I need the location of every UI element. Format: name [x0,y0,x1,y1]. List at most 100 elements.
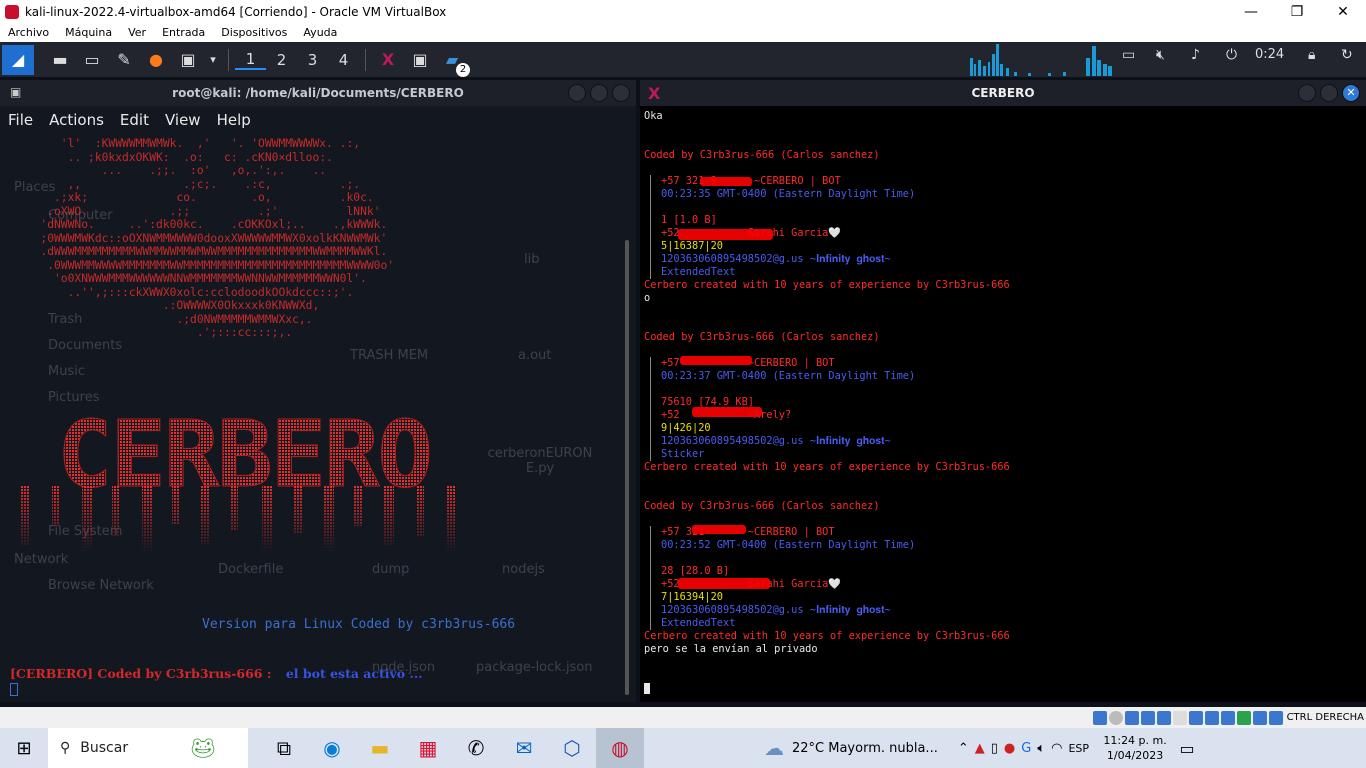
network-icon[interactable] [1140,710,1155,725]
hdd-icon[interactable] [1092,710,1107,725]
optical-drive-icon[interactable] [1108,710,1123,725]
log-line: 00:23:35 GMT-0400 (Eastern Daylight Time… [650,188,1354,201]
tray-device-icon[interactable]: ▯ [991,741,998,756]
audio-icon[interactable] [1124,710,1139,725]
left-scrollbar[interactable] [625,240,629,695]
chevron-up-icon[interactable]: ⌃ [958,741,969,756]
menu-maquina[interactable]: Máquina [57,26,120,39]
tray-app-icon[interactable]: ▲ [975,741,985,756]
display-icon[interactable] [1188,710,1203,725]
mail-icon[interactable]: ✉ [500,728,548,768]
kali-vm-icon[interactable]: ◍ [596,728,644,768]
right-minimize-button[interactable] [1298,84,1316,102]
usb-icon[interactable] [1156,710,1171,725]
lock-icon[interactable]: 🔒︎ [1308,47,1315,63]
text-editor-icon[interactable]: ✎ [108,45,140,75]
menu-edit[interactable]: Edit [112,111,157,129]
left-minimize-button[interactable] [568,84,586,102]
maximize-button[interactable]: ❐ [1274,4,1320,20]
menu-ver[interactable]: Ver [120,26,154,39]
logout-icon[interactable]: ↻ [1341,47,1353,63]
log-line: Sticker [650,448,1354,461]
virtualbox-statusbar: CTRL DERECHA [0,707,1366,728]
kali-menu-icon[interactable]: ◢ [2,44,34,75]
file-explorer-icon[interactable]: ▬ [356,728,404,768]
virtualbox-menubar: Archivo Máquina Ver Entrada Dispositivos… [0,23,1366,42]
power-icon[interactable]: ⏻ [1226,47,1237,63]
left-terminal-titlebar[interactable]: ▣ root@kali: /home/kali/Documents/CERBER… [0,80,636,106]
menu-entrada[interactable]: Entrada [154,26,213,39]
recording-icon[interactable] [1204,710,1219,725]
mute-icon[interactable]: 🔇︎ [1156,47,1165,63]
workspace-4[interactable]: 4 [328,51,359,69]
tray-g-icon[interactable]: G [1021,741,1031,756]
mouse-integration-icon[interactable] [1252,710,1267,725]
store-icon[interactable]: ▦ [404,728,452,768]
menu-archivo[interactable]: Archivo [0,26,57,39]
weather-widget[interactable]: ☁ 22°C Mayorm. nubla... [764,736,938,760]
taskbar-clock[interactable]: 11:24 p. m. 1/04/2023 [1103,733,1167,763]
firefox-icon[interactable]: ● [140,45,172,75]
vt-icon[interactable] [1220,710,1235,725]
menu-dispositivos[interactable]: Dispositivos [213,26,295,39]
menu-file[interactable]: File [0,111,41,129]
menu-help[interactable]: Help [209,111,259,129]
left-maximize-button[interactable] [590,84,608,102]
panel-clock[interactable]: 0:24 [1255,47,1284,62]
virtualbox-icon[interactable]: ⬡ [548,728,596,768]
terminal-task-icon[interactable]: ▣ [404,45,436,75]
minimize-button[interactable]: — [1228,4,1274,20]
redaction-mark [692,407,762,417]
show-desktop-icon[interactable]: ▬ [44,45,76,75]
menu-actions[interactable]: Actions [41,111,112,129]
log-line: 120363060895498502@g.us ~𝐈𝐧𝐟𝐢𝐧𝐢𝐭𝐲 𝐠𝐡𝐨𝐬𝐭~ [650,604,1354,617]
start-button[interactable]: ⊞ [0,728,48,768]
log-line: ExtendedText [650,617,1354,630]
terminal-icon[interactable]: ▣ [172,45,204,75]
ghost-label: TRASH MEM [350,348,429,363]
version-line: Version para Linux Coded by c3rb3rus-666 [202,617,516,632]
task-view-icon[interactable]: ⧉ [260,728,308,768]
menu-ayuda[interactable]: Ayuda [295,26,345,39]
chevron-down-icon[interactable]: ▾ [204,45,222,75]
folder-task-icon[interactable]: ▰ 2 [436,45,470,77]
notifications-icon[interactable]: ▭ [1167,728,1207,768]
workspace-1[interactable]: 1 [235,50,266,70]
shared-folders-icon[interactable] [1172,710,1187,725]
close-button[interactable]: ✕ [1320,4,1366,20]
wifi-icon[interactable]: ◠ [1051,741,1062,756]
host-key-label: CTRL DERECHA [1286,712,1364,723]
menu-view[interactable]: View [157,111,209,129]
whatsapp-icon[interactable]: ✆ [452,728,500,768]
notification-bell-icon[interactable]: ♪ [1191,47,1200,63]
guest-additions-icon[interactable] [1236,710,1251,725]
right-close-button[interactable]: ✕ [1342,84,1360,102]
tray-update-icon[interactable]: ● [1004,741,1015,756]
log-line: Cerbero created with 10 years of experie… [644,461,1010,473]
log-line: 120363060895498502@g.us ~𝐈𝐧𝐟𝐢𝐧𝐢𝐭𝐲 𝐠𝐡𝐨𝐬𝐭~ [650,435,1354,448]
keyboard-capture-icon[interactable] [1268,710,1283,725]
task-count-badge: 2 [456,62,470,77]
right-maximize-button[interactable] [1320,84,1338,102]
left-close-button[interactable] [612,84,630,102]
left-terminal-menubar: File Actions Edit View Help [0,106,636,134]
ascii-art-line: 'l' :KWWWWMMWMWk. ,' '. 'OWWMMWWWWx. .:, [20,137,361,150]
log-line: pero se la envían al privado [644,643,818,655]
cerbero-ascii-banner: CERBERO [20,408,456,552]
left-terminal-window[interactable]: ▣ root@kali: /home/kali/Documents/CERBER… [0,80,636,702]
cerbero-task-icon[interactable]: X [372,45,404,75]
workspace-2[interactable]: 2 [266,51,297,69]
display-icon[interactable]: ▭ [1122,47,1135,63]
log-line: Coded by C3rb3rus-666 (Carlos sanchez) [644,500,880,512]
ascii-art-line: .dWWWMMMMMMMMMWWMMWWMMWMWWMMMMMMMMMMMMMM… [20,245,388,258]
cerbero-app-icon: X [648,84,661,103]
language-indicator[interactable]: ESP [1068,742,1089,755]
right-terminal-titlebar[interactable]: X CERBERO ✕ [640,80,1366,106]
workspace-3[interactable]: 3 [297,51,328,69]
right-terminal-window[interactable]: X CERBERO ✕ Oka Coded by C3rb3rus-666 (Ca… [640,80,1366,702]
edge-icon[interactable]: ◉ [308,728,356,768]
file-manager-icon[interactable]: ▭ [76,45,108,75]
volume-icon[interactable]: 🔈︎ [1037,741,1045,756]
